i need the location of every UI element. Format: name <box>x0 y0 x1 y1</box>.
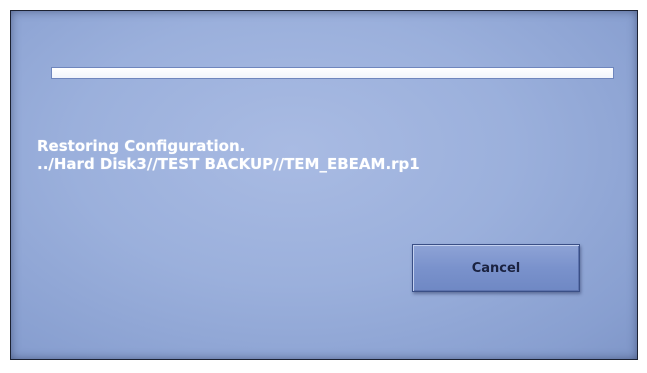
cancel-button[interactable]: Cancel <box>412 244 580 292</box>
status-line-file-path: ../Hard Disk3//TEST BACKUP//TEM_EBEAM.rp… <box>37 155 420 173</box>
cancel-button-label: Cancel <box>471 260 521 276</box>
status-message: Restoring Configuration. ../Hard Disk3//… <box>37 137 420 173</box>
restore-progress-fill <box>52 68 613 78</box>
restore-progress-bar <box>51 67 614 79</box>
restore-dialog: Restoring Configuration. ../Hard Disk3//… <box>10 10 638 360</box>
status-line-restoring: Restoring Configuration. <box>37 137 246 155</box>
monitor-frame: Restoring Configuration. ../Hard Disk3//… <box>0 0 647 373</box>
